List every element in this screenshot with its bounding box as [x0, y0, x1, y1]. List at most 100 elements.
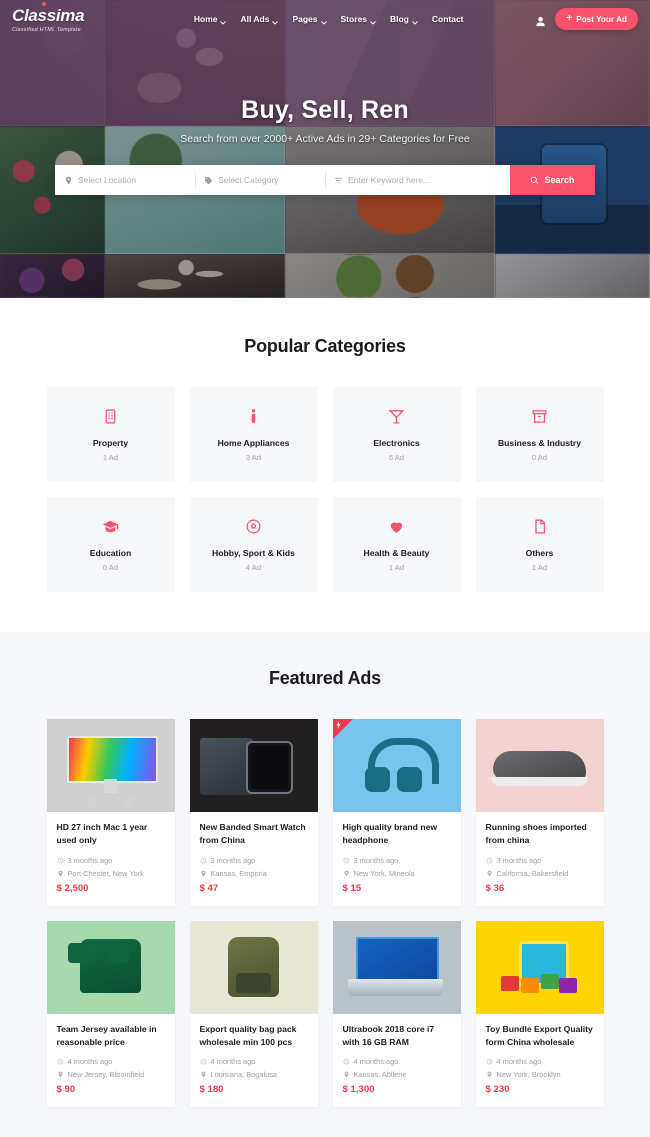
ad-thumbnail — [332, 719, 461, 812]
clock-icon — [57, 857, 63, 864]
ad-price: $ 180 — [199, 1084, 224, 1096]
search-icon — [531, 176, 539, 184]
logo-text: Classima — [12, 5, 85, 25]
category-count: 4 Ad — [245, 562, 262, 572]
category-card-home-appliances[interactable]: Home Appliances 3 Ad — [189, 387, 318, 482]
heart-icon — [388, 518, 405, 535]
nav-item-stores[interactable]: Stores — [341, 14, 376, 25]
ad-location-text: Kansas, Emporia — [210, 868, 267, 878]
user-account-icon[interactable] — [535, 14, 546, 26]
chevron-down-icon — [412, 17, 418, 25]
category-count: 1 Ad — [531, 562, 548, 572]
ad-time-text: 4 months ago — [496, 1057, 542, 1067]
soccer-ball-icon — [245, 518, 262, 535]
category-count: 6 Ad — [388, 452, 405, 462]
page-root: Buy, Sell, Ren Search from over 2000+ Ac… — [0, 0, 650, 1137]
category-count: 1 Ad — [388, 562, 405, 572]
category-name: Others — [525, 547, 554, 558]
ad-price: $ 47 — [199, 882, 219, 894]
category-name: Education — [89, 547, 132, 558]
ad-title: Running shoes imported from china — [485, 822, 587, 846]
nav-item-blog[interactable]: Blog — [389, 14, 418, 25]
ad-time-text: 3 months ago — [210, 855, 256, 865]
ad-location: New Jersey, Bloomfield — [57, 1070, 165, 1079]
category-name: Electronics — [373, 437, 420, 448]
nav-label: All Ads — [240, 14, 270, 24]
ad-location: Kansas, Abilene — [343, 1070, 451, 1079]
ad-title: Toy Bundle Export Quality form China who… — [485, 1023, 593, 1047]
ad-title: Export quality bag pack wholesale min 10… — [199, 1023, 297, 1047]
map-pin-icon — [57, 1071, 63, 1078]
map-pin-icon — [486, 870, 492, 877]
box-icon — [531, 408, 548, 425]
location-select[interactable]: Select Location — [55, 165, 195, 195]
category-card-others[interactable]: Others 1 Ad — [475, 497, 604, 592]
ad-price: $ 36 — [485, 882, 505, 894]
map-pin-icon — [486, 1071, 492, 1078]
clock-icon — [200, 857, 206, 864]
ad-card[interactable]: High quality brand new headphone 3 month… — [332, 719, 461, 906]
category-placeholder: Select Category — [218, 175, 279, 185]
map-pin-icon — [200, 1071, 206, 1078]
building-icon — [102, 408, 119, 425]
clock-icon — [343, 857, 349, 864]
post-your-ad-button[interactable]: + Post Your Ad — [555, 8, 638, 30]
keyword-input[interactable]: Enter Keyword here... — [325, 165, 510, 195]
ad-card[interactable]: New Banded Smart Watch from China 3 mont… — [189, 719, 318, 906]
ad-card[interactable]: Ultrabook 2018 core i7 with 16 GB RAM 4 … — [332, 920, 461, 1108]
ad-time-text: 3 months ago — [353, 855, 399, 865]
category-card-health-beauty[interactable]: Health & Beauty 1 Ad — [332, 497, 461, 592]
ad-time-text: 3 months ago — [67, 855, 113, 865]
nav-label: Blog — [389, 14, 409, 24]
hero-section: Buy, Sell, Ren Search from over 2000+ Ac… — [0, 0, 650, 298]
map-pin-icon — [200, 870, 206, 877]
ad-location-text: California, Bakersfield — [496, 868, 569, 878]
nav-item-all-ads[interactable]: All Ads — [240, 14, 279, 25]
category-count: 3 Ad — [245, 452, 262, 462]
category-card-electronics[interactable]: Electronics 6 Ad — [332, 387, 461, 482]
popular-categories-section: Popular Categories Property 1 Ad Home Ap… — [0, 298, 650, 632]
chevron-down-icon — [220, 17, 227, 25]
ad-location: California, Bakersfield — [486, 869, 594, 878]
category-card-hobby-sport-kids[interactable]: Hobby, Sport & Kids 4 Ad — [189, 497, 318, 592]
ad-card[interactable]: Toy Bundle Export Quality form China who… — [475, 920, 604, 1108]
ad-time: 3 months ago — [200, 856, 308, 865]
ad-time-text: 4 months ago — [67, 1057, 113, 1067]
nav-label: Home — [193, 14, 218, 24]
keyword-placeholder: Enter Keyword here... — [348, 175, 431, 185]
ad-time: 4 months ago — [57, 1057, 165, 1066]
logo[interactable]: Classima Classified HTML Template — [12, 2, 122, 33]
product-image — [332, 920, 461, 1014]
ad-card[interactable]: Team Jersey available in reasonable pric… — [46, 920, 175, 1108]
ad-location: Louisiana, Bogalusa — [200, 1070, 308, 1079]
location-placeholder: Select Location — [78, 175, 137, 185]
hero-subtitle: Search from over 2000+ Active Ads in 29+… — [180, 133, 470, 145]
category-name: Health & Beauty — [363, 547, 430, 558]
search-button[interactable]: Search — [510, 165, 595, 195]
product-image — [46, 920, 175, 1014]
ad-time: 3 months ago — [486, 856, 594, 865]
category-card-property[interactable]: Property 1 Ad — [46, 387, 175, 482]
flash-icon — [336, 721, 340, 729]
nav-item-pages[interactable]: Pages — [292, 14, 327, 25]
ad-title: Ultrabook 2018 core i7 with 16 GB RAM — [342, 1023, 435, 1047]
category-card-education[interactable]: Education 0 Ad — [46, 497, 175, 592]
ad-price: $ 2,500 — [56, 882, 89, 894]
ad-thumbnail — [475, 920, 604, 1014]
nav-item-home[interactable]: Home — [193, 14, 227, 25]
filter-icon — [334, 176, 343, 185]
ad-card[interactable]: Export quality bag pack wholesale min 10… — [189, 920, 318, 1108]
ad-thumbnail — [189, 719, 318, 812]
product-image — [475, 920, 604, 1014]
ad-card[interactable]: Running shoes imported from china 3 mont… — [475, 719, 604, 906]
main-navigation: Home All Ads Pages Stores Blog Contact — [193, 14, 464, 25]
ad-location: Kansas, Emporia — [200, 869, 308, 878]
nav-item-contact[interactable]: Contact — [432, 14, 464, 24]
category-card-business-industry[interactable]: Business & Industry 0 Ad — [475, 387, 604, 482]
ad-thumbnail — [46, 719, 175, 812]
ad-price: $ 90 — [56, 1084, 76, 1096]
category-select[interactable]: Select Category — [195, 165, 325, 195]
featured-ads-section: Featured Ads HD 27 inch Mac 1 year used … — [0, 632, 650, 1137]
ad-card[interactable]: HD 27 inch Mac 1 year used only 3 months… — [46, 719, 175, 906]
category-name: Home Appliances — [217, 437, 290, 448]
